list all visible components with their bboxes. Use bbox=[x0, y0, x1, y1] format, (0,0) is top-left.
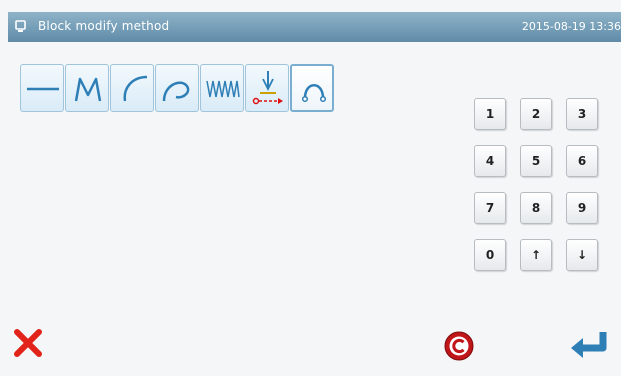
key-6[interactable]: 6 bbox=[566, 145, 598, 177]
title-bar: Block modify method 2015-08-19 13:36 bbox=[8, 12, 621, 42]
key-5[interactable]: 5 bbox=[520, 145, 552, 177]
key-down[interactable]: ↓ bbox=[566, 239, 598, 271]
clear-c-icon bbox=[444, 331, 474, 361]
key-8[interactable]: 8 bbox=[520, 192, 552, 224]
clear-button[interactable] bbox=[443, 330, 475, 367]
key-0[interactable]: 0 bbox=[474, 239, 506, 271]
enter-arrow-icon bbox=[571, 332, 607, 358]
curve-icon bbox=[162, 81, 190, 102]
zigzag-icon bbox=[74, 77, 102, 102]
point-arc-icon bbox=[301, 84, 327, 103]
arc-icon bbox=[123, 75, 148, 102]
straight-line-icon bbox=[27, 87, 59, 91]
key-1[interactable]: 1 bbox=[474, 98, 506, 130]
arc-button[interactable] bbox=[110, 64, 154, 112]
needle-feed-button[interactable] bbox=[245, 64, 289, 112]
needle-feed-icon bbox=[252, 71, 283, 105]
cancel-button[interactable] bbox=[12, 327, 44, 364]
point-arc-button[interactable] bbox=[290, 64, 334, 112]
datetime-display: 2015-08-19 13:36 bbox=[521, 20, 621, 33]
red-x-icon bbox=[14, 329, 42, 357]
key-3[interactable]: 3 bbox=[566, 98, 598, 130]
straight-line-button[interactable] bbox=[20, 64, 64, 112]
key-2[interactable]: 2 bbox=[520, 98, 552, 130]
zigzag-sewing-button[interactable] bbox=[200, 64, 244, 112]
key-7[interactable]: 7 bbox=[474, 192, 506, 224]
zigzag-button[interactable] bbox=[65, 64, 109, 112]
window-title: Block modify method bbox=[38, 19, 170, 33]
screen-icon bbox=[15, 20, 26, 32]
key-4[interactable]: 4 bbox=[474, 145, 506, 177]
key-up[interactable]: ↑ bbox=[520, 239, 552, 271]
key-9[interactable]: 9 bbox=[566, 192, 598, 224]
curve-button[interactable] bbox=[155, 64, 199, 112]
zigzag-sewing-icon bbox=[206, 80, 240, 98]
enter-button[interactable] bbox=[567, 326, 611, 371]
